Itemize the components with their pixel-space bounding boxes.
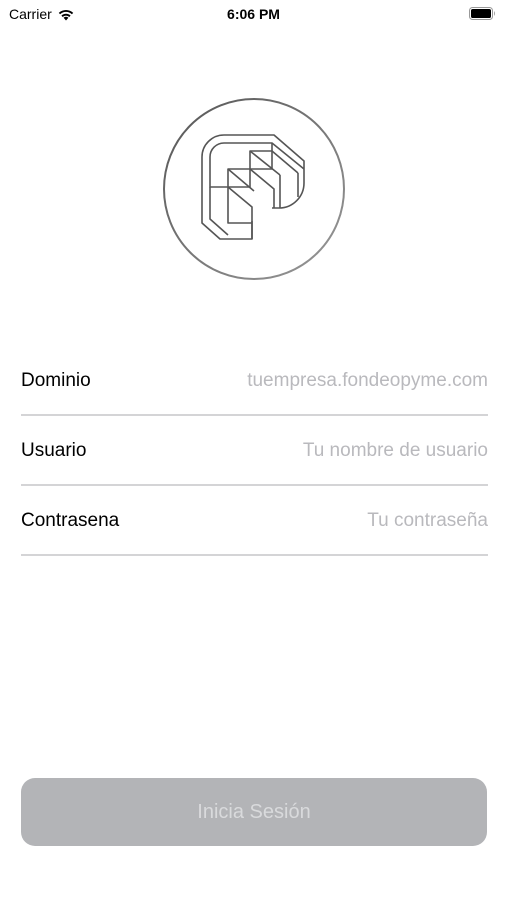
clock: 6:06 PM [227, 6, 280, 22]
username-field-row: Usuario [21, 416, 488, 486]
username-label: Usuario [21, 440, 87, 461]
domain-field-row: Dominio [21, 346, 488, 416]
login-form: Dominio Usuario Contrasena [21, 346, 488, 556]
fondeo-logo-icon [163, 98, 345, 280]
status-bar: Carrier 6:06 PM [0, 0, 507, 28]
login-screen: Carrier 6:06 PM Dominio tuempresa.fondeo… [0, 0, 507, 900]
domain-label: Dominio [21, 370, 91, 391]
password-field-row: Contrasena [21, 486, 488, 556]
username-input[interactable] [188, 436, 488, 466]
password-input[interactable] [188, 506, 488, 536]
domain-input[interactable] [188, 366, 488, 396]
login-button[interactable]: Inicia Sesión [21, 778, 487, 846]
battery-icon [469, 7, 495, 20]
password-label: Contrasena [21, 510, 120, 531]
